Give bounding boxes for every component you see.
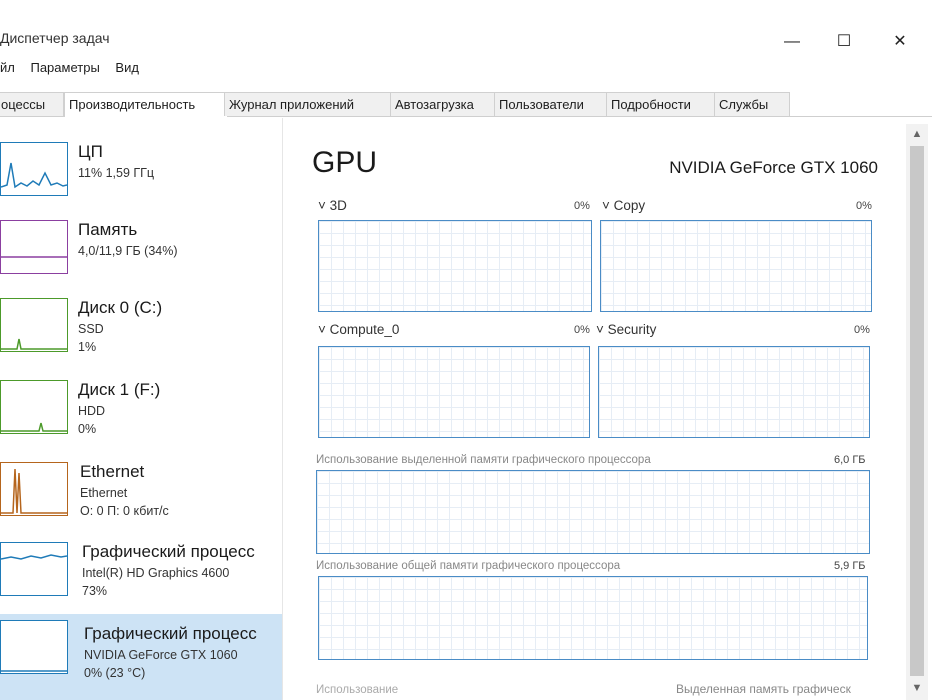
sidebar-item-detail: SSD <box>78 322 104 336</box>
sidebar-item-detail: О: 0 П: 0 кбит/с <box>80 504 169 518</box>
engine-percent: 0% <box>856 200 872 212</box>
menu-options[interactable]: Параметры <box>30 60 99 75</box>
menu-file[interactable]: йл <box>0 60 15 75</box>
shared-memory-graph <box>318 576 868 660</box>
dedicated-memory-label: Использование выделенной памяти графичес… <box>316 454 651 466</box>
tab-processes[interactable]: оцессы <box>0 92 64 116</box>
cpu-thumbnail-graph <box>0 142 68 196</box>
sidebar-item-detail: 73% <box>82 584 108 598</box>
maximize-button[interactable]: ☐ <box>822 30 866 54</box>
ethernet-thumbnail-graph <box>0 462 68 516</box>
sidebar-item-cpu[interactable]: ЦП 11% 1,59 ГГц <box>0 136 282 216</box>
tab-app-history[interactable]: Журнал приложений <box>224 92 394 116</box>
dedicated-memory-graph <box>316 470 870 554</box>
sidebar-item-title: Графический процесс <box>82 542 255 561</box>
sidebar-item-detail: 0% <box>78 422 97 436</box>
window-title: Диспетчер задач <box>0 30 110 46</box>
shared-memory-label: Использование общей памяти графического … <box>316 560 621 572</box>
sidebar-item-gpu-0[interactable]: Графический процесс Intel(R) HD Graphics… <box>0 536 282 616</box>
resource-sidebar: ЦП 11% 1,59 ГГц Память 4,0/11,9 ГБ (34%)… <box>0 118 283 700</box>
engine-label: Copy <box>613 198 646 213</box>
close-button[interactable]: ✕ <box>878 30 922 54</box>
engine-label: Compute_0 <box>329 322 400 337</box>
engine-selector-3d[interactable]: ˅ 3D <box>318 198 347 213</box>
disk0-thumbnail-graph <box>0 298 68 352</box>
engine-label: 3D <box>329 198 347 213</box>
sidebar-item-detail: 11% 1,59 ГГц <box>78 166 155 180</box>
gpu-detail-panel: GPU NVIDIA GeForce GTX 1060 ˅ 3D 0% ˅ Co… <box>300 118 910 700</box>
sidebar-item-disk-1[interactable]: Диск 1 (F:) HDD 0% <box>0 374 282 454</box>
scroll-down-arrow-icon[interactable]: ▼ <box>906 682 928 694</box>
vertical-scrollbar[interactable]: ▲ ▼ <box>906 124 928 700</box>
engine-label: Security <box>607 322 657 337</box>
engine-graph-3d <box>318 220 592 312</box>
sidebar-item-title: Диск 0 (C:) <box>78 298 163 317</box>
memory-thumbnail-graph <box>0 220 68 274</box>
tab-users[interactable]: Пользователи <box>494 92 610 116</box>
sidebar-item-ethernet[interactable]: Ethernet Ethernet О: 0 П: 0 кбит/с <box>0 456 282 536</box>
sidebar-item-detail: 4,0/11,9 ГБ (34%) <box>78 244 178 258</box>
scroll-up-arrow-icon[interactable]: ▲ <box>906 128 928 140</box>
scrollbar-thumb[interactable] <box>910 146 924 676</box>
tab-strip: оцессы Производительность Журнал приложе… <box>0 92 932 117</box>
usage-label: Использование <box>316 684 399 696</box>
sidebar-item-detail: Intel(R) HD Graphics 4600 <box>82 566 230 580</box>
sidebar-item-detail: NVIDIA GeForce GTX 1060 <box>84 648 238 662</box>
shared-memory-value: 5,9 ГБ <box>834 560 866 572</box>
disk1-thumbnail-graph <box>0 380 68 434</box>
gpu-device-name: NVIDIA GeForce GTX 1060 <box>669 158 878 177</box>
sidebar-item-detail: 1% <box>78 340 97 354</box>
gpu0-thumbnail-graph <box>0 542 68 596</box>
sidebar-item-title: Диск 1 (F:) <box>78 380 161 399</box>
sidebar-item-detail: HDD <box>78 404 106 418</box>
sidebar-item-title: Ethernet <box>80 462 145 481</box>
sidebar-item-detail: 0% (23 °C) <box>84 666 146 680</box>
sidebar-item-title: Графический процесс <box>84 624 257 643</box>
engine-graph-security <box>598 346 870 438</box>
engine-selector-copy[interactable]: ˅ Copy <box>602 198 645 213</box>
engine-percent: 0% <box>854 324 870 336</box>
tab-services[interactable]: Службы <box>714 92 790 116</box>
engine-graph-compute <box>318 346 590 438</box>
menu-bar: йл Параметры Вид <box>0 60 151 82</box>
gpu1-thumbnail-graph <box>0 620 68 674</box>
sidebar-item-title: ЦП <box>78 142 103 161</box>
sidebar-item-disk-0[interactable]: Диск 0 (C:) SSD 1% <box>0 292 282 372</box>
sidebar-item-memory[interactable]: Память 4,0/11,9 ГБ (34%) <box>0 214 282 294</box>
title-bar: Диспетчер задач — ☐ ✕ <box>0 0 932 58</box>
sidebar-item-title: Память <box>78 220 138 239</box>
dedicated-memory-value: 6,0 ГБ <box>834 454 866 466</box>
engine-graph-copy <box>600 220 872 312</box>
page-title: GPU <box>312 146 378 179</box>
engine-percent: 0% <box>574 200 590 212</box>
tab-performance[interactable]: Производительность <box>64 92 228 117</box>
dedicated-memory-stat-label: Выделенная память графическ <box>676 682 851 696</box>
engine-selector-compute[interactable]: ˅ Compute_0 <box>318 322 399 337</box>
engine-selector-security[interactable]: ˅ Security <box>596 322 656 337</box>
engine-percent: 0% <box>574 324 590 336</box>
sidebar-item-detail: Ethernet <box>80 486 128 500</box>
tab-startup[interactable]: Автозагрузка <box>390 92 498 116</box>
minimize-button[interactable]: — <box>770 30 814 54</box>
tab-details[interactable]: Подробности <box>606 92 718 116</box>
menu-view[interactable]: Вид <box>115 60 139 75</box>
sidebar-item-gpu-1[interactable]: Графический процесс NVIDIA GeForce GTX 1… <box>0 614 282 700</box>
